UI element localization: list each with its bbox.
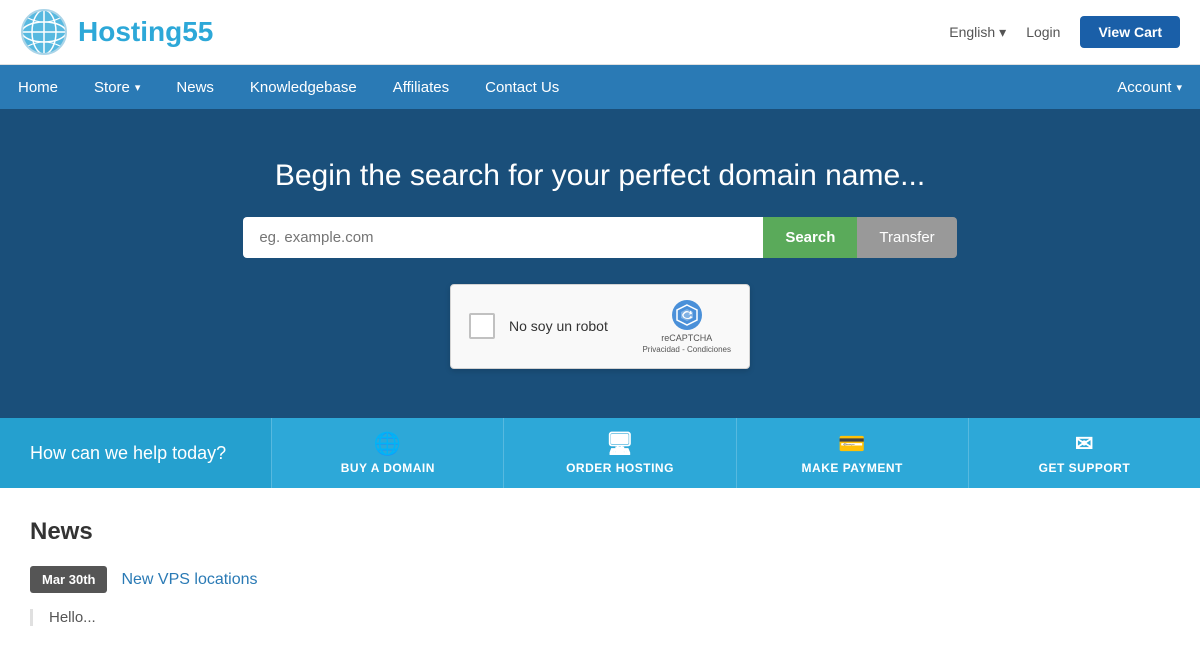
recaptcha-label: No soy un robot: [509, 318, 608, 334]
help-text: How can we help today?: [0, 418, 271, 488]
domain-search-input[interactable]: [243, 217, 763, 258]
news-excerpt: Hello...: [30, 609, 1170, 626]
language-selector[interactable]: English ▾: [949, 24, 1006, 41]
search-button[interactable]: Search: [763, 217, 857, 258]
nav-account[interactable]: Account ▾: [1099, 65, 1200, 109]
get-support-icon: ✉: [1075, 431, 1094, 457]
nav-affiliates[interactable]: Affiliates: [375, 65, 467, 109]
hero-heading: Begin the search for your perfect domain…: [20, 159, 1180, 193]
recaptcha-widget[interactable]: No soy un robot reCAPTCHA Privacidad - C…: [450, 284, 750, 369]
order-hosting-label: ORDER HOSTING: [566, 461, 674, 475]
top-bar: Hosting55 English ▾ Login View Cart: [0, 0, 1200, 65]
make-payment-label: MAKE PAYMENT: [802, 461, 903, 475]
get-support-action[interactable]: ✉ GET SUPPORT: [968, 418, 1200, 488]
recaptcha-links: Privacidad - Condiciones: [642, 345, 731, 354]
nav-news[interactable]: News: [158, 65, 232, 109]
buy-domain-label: BUY A DOMAIN: [341, 461, 435, 475]
logo[interactable]: Hosting55: [20, 8, 213, 56]
view-cart-button[interactable]: View Cart: [1080, 16, 1180, 48]
news-date-badge: Mar 30th: [30, 566, 107, 593]
news-article-link[interactable]: New VPS locations: [121, 571, 257, 589]
recaptcha-branding: reCAPTCHA Privacidad - Condiciones: [642, 299, 731, 354]
recaptcha-brand-text: reCAPTCHA: [661, 333, 712, 343]
recaptcha-checkbox[interactable]: [469, 313, 495, 339]
get-support-label: GET SUPPORT: [1039, 461, 1131, 475]
action-bar: How can we help today? 🌐 BUY A DOMAIN 🖥 …: [0, 418, 1200, 488]
order-hosting-icon: 🖥: [606, 431, 634, 457]
make-payment-action[interactable]: 💳 MAKE PAYMENT: [736, 418, 968, 488]
nav-home[interactable]: Home: [0, 65, 76, 109]
top-right-actions: English ▾ Login View Cart: [949, 16, 1180, 48]
domain-search-row: Search Transfer: [20, 217, 1180, 258]
make-payment-icon: 💳: [838, 431, 866, 457]
logo-text: Hosting55: [78, 16, 213, 48]
recaptcha-logo-icon: [671, 299, 703, 331]
nav-store[interactable]: Store ▾: [76, 65, 158, 109]
hero-section: Begin the search for your perfect domain…: [0, 109, 1200, 418]
logo-globe-icon: [20, 8, 68, 56]
navigation-bar: Home Store ▾ News Knowledgebase Affiliat…: [0, 65, 1200, 109]
transfer-button[interactable]: Transfer: [857, 217, 956, 258]
language-chevron-icon: ▾: [999, 24, 1006, 41]
buy-domain-icon: 🌐: [374, 431, 402, 457]
nav-knowledgebase[interactable]: Knowledgebase: [232, 65, 375, 109]
nav-contact[interactable]: Contact Us: [467, 65, 577, 109]
buy-domain-action[interactable]: 🌐 BUY A DOMAIN: [271, 418, 503, 488]
news-item: Mar 30th New VPS locations: [30, 566, 1170, 593]
order-hosting-action[interactable]: 🖥 ORDER HOSTING: [503, 418, 735, 488]
store-chevron-icon: ▾: [135, 81, 141, 94]
login-link[interactable]: Login: [1026, 24, 1060, 40]
news-section-title: News: [30, 518, 1170, 546]
language-label: English: [949, 24, 995, 40]
account-chevron-icon: ▾: [1176, 81, 1182, 94]
news-section: News Mar 30th New VPS locations Hello...: [0, 488, 1200, 656]
